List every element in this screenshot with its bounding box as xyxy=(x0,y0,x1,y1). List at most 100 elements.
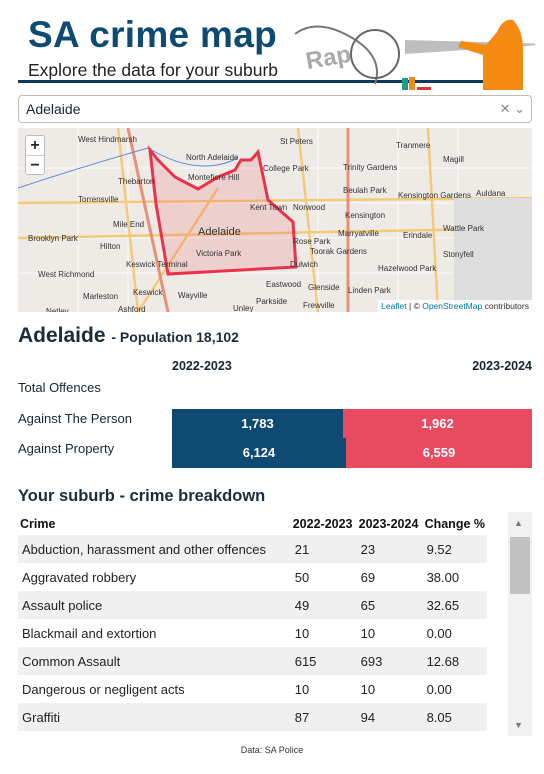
table-cell: 21 xyxy=(290,535,357,563)
bar-property-b: 6,559 xyxy=(346,438,532,468)
map-place-label: Brooklyn Park xyxy=(28,234,79,243)
table-cell: 693 xyxy=(356,647,423,675)
map-place-label: Linden Park xyxy=(348,286,392,295)
table-cell: 38.00 xyxy=(426,569,460,585)
map-place-label: Unley xyxy=(233,304,253,312)
table-cell: 69 xyxy=(360,569,376,585)
map-place-label: Eastwood xyxy=(266,280,301,289)
map-place-label: Montefiore Hill xyxy=(188,173,239,182)
suburb-select[interactable]: Adelaide ✕ ⌄ xyxy=(18,95,532,123)
map-place-label: Magill xyxy=(443,155,464,164)
app-title: SA crime map xyxy=(28,14,277,55)
col-2022: 2022-2023 xyxy=(292,516,353,531)
table-cell: 10 xyxy=(360,681,376,697)
year-a-label: 2022-2023 xyxy=(172,359,232,373)
map-place-label: Dulwich xyxy=(290,260,318,269)
table-cell: 87 xyxy=(290,703,357,731)
zoom-in-button[interactable]: + xyxy=(26,136,44,155)
col-change: Change % xyxy=(424,516,485,531)
map-place-label: Parkside xyxy=(256,297,288,306)
map-place-label: Kent Town xyxy=(250,203,287,212)
suburb-name: Adelaide xyxy=(18,324,106,347)
osm-link[interactable]: OpenStreetMap xyxy=(422,301,482,311)
map-place-label: Tranmere xyxy=(396,141,431,150)
table-cell: 12.68 xyxy=(422,647,487,675)
table-cell: 0.00 xyxy=(426,625,452,641)
map-place-label: Trinity Gardens xyxy=(343,163,397,172)
map-place-label: College Park xyxy=(263,164,310,173)
table-row: Dangerous or negligent acts 10 10 0.00 xyxy=(18,675,487,703)
crime-table: Crime 2022-2023 2023-2024 Change % Abduc… xyxy=(18,512,532,736)
table-scrollbar[interactable]: ▲ ▼ xyxy=(508,512,532,736)
map-place-label: Wattle Park xyxy=(443,224,485,233)
zoom-out-button[interactable]: − xyxy=(26,155,44,174)
map-tiles[interactable]: West Hindmarsh St Peters North Adelaide Col… xyxy=(18,128,532,312)
table-cell: 10 xyxy=(360,625,376,641)
col-2023: 2023-2024 xyxy=(358,516,419,531)
map-place-label: Keswick Terminal xyxy=(126,260,188,269)
leaflet-link[interactable]: Leaflet xyxy=(381,301,407,311)
map-place-label: Glenside xyxy=(308,283,340,292)
population: - Population 18,102 xyxy=(111,329,239,345)
table-cell: 23 xyxy=(356,535,423,563)
map-place-label: Victoria Park xyxy=(196,249,242,258)
table-cell: 0.00 xyxy=(426,681,452,697)
map-place-label: Netley xyxy=(46,307,69,312)
suburb-map[interactable]: West Hindmarsh St Peters North Adelaide Col… xyxy=(18,128,532,312)
map-place-label: Ashford xyxy=(118,305,146,312)
map-place-label: Adelaide xyxy=(198,226,241,238)
table-cell: Dangerous or negligent acts xyxy=(22,681,185,697)
scrollbar-thumb[interactable] xyxy=(510,537,530,594)
table-cell: Abduction, harassment and other offences xyxy=(18,535,291,563)
app-subtitle: Explore the data for your suburb xyxy=(28,60,279,80)
map-place-label: Hilton xyxy=(100,242,120,251)
map-place-label: Frewville xyxy=(303,301,335,310)
table-cell: 8.05 xyxy=(422,703,487,731)
table-cell: 49 xyxy=(290,591,357,619)
map-place-label: Mile End xyxy=(113,220,144,229)
table-row: Aggravated robbery 50 69 38.00 xyxy=(18,563,487,591)
map-place-label: Erindale xyxy=(403,231,433,240)
map-place-label: Marleston xyxy=(83,292,118,301)
suburb-select-value: Adelaide xyxy=(26,101,81,117)
map-place-label: Marryatville xyxy=(338,229,379,238)
against-person-label: Against The Person xyxy=(18,411,132,426)
table-cell: 10 xyxy=(294,681,310,697)
map-place-label: Torrensville xyxy=(78,195,119,204)
table-cell: 9.52 xyxy=(422,535,487,563)
table-row: Graffiti 87 94 8.05 xyxy=(18,703,487,731)
table-cell: 10 xyxy=(294,625,310,641)
attribution-text: contributors xyxy=(482,301,529,311)
zoom-control: + − xyxy=(25,135,45,175)
scroll-up-icon[interactable]: ▲ xyxy=(514,518,523,528)
table-cell: Assault police xyxy=(18,591,291,619)
against-property-label: Against Property xyxy=(18,441,115,456)
table-cell: Common Assault xyxy=(18,647,291,675)
table-cell: 50 xyxy=(294,569,310,585)
scroll-down-icon[interactable]: ▼ xyxy=(514,720,523,730)
map-place-label: Wayville xyxy=(178,291,208,300)
table-row-partial xyxy=(18,731,487,736)
table-row: Assault police 49 65 32.65 xyxy=(18,591,487,619)
map-place-label: West Richmond xyxy=(38,270,94,279)
map-place-label: Hazelwood Park xyxy=(378,264,437,273)
table-cell: Aggravated robbery xyxy=(22,569,137,585)
col-crime: Crime xyxy=(20,516,56,531)
map-place-label: Rose Park xyxy=(293,237,331,246)
map-place-label: Kensington Gardens xyxy=(398,191,471,200)
clear-x-icon[interactable]: ✕ xyxy=(500,101,511,116)
svg-text:Rap: Rap xyxy=(304,41,353,75)
map-place-label: Auldana xyxy=(476,189,506,198)
map-place-label: St Peters xyxy=(280,137,313,146)
graffiti-artist-illustration: Rap xyxy=(294,19,535,90)
map-place-label: Stonyfell xyxy=(443,250,474,259)
map-place-label: West Hindmarsh xyxy=(78,135,137,144)
table-row: Common Assault 615 693 12.68 xyxy=(18,647,487,675)
breakdown-title: Your suburb - crime breakdown xyxy=(18,487,266,505)
table-row: Blackmail and extortion 10 10 0.00 xyxy=(18,619,487,647)
map-place-label: Toorak Gardens xyxy=(310,247,367,256)
table-cell: 32.65 xyxy=(422,591,487,619)
chevron-down-icon[interactable]: ⌄ xyxy=(514,101,525,116)
map-place-label: Keswick xyxy=(133,288,163,297)
total-offences-label: Total Offences xyxy=(18,380,101,395)
